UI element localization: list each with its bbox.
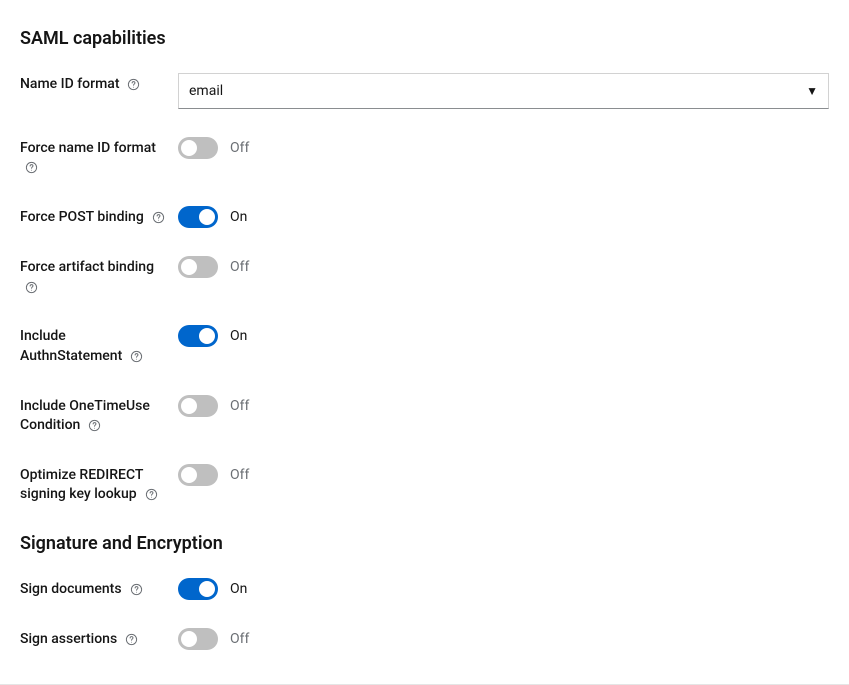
- row-name-id-format: Name ID format email ▼: [20, 73, 829, 109]
- name-id-format-select[interactable]: email ▼: [178, 73, 829, 109]
- row-force-artifact: Force artifact binding Off: [20, 256, 829, 297]
- label-sign-documents: Sign documents: [20, 578, 178, 600]
- optimize-redirect-toggle[interactable]: [178, 464, 218, 486]
- label-text: Force artifact binding: [20, 259, 154, 275]
- label-optimize-redirect: Optimize REDIRECT signing key lookup: [20, 464, 178, 505]
- help-icon[interactable]: [88, 418, 102, 432]
- force-artifact-toggle[interactable]: [178, 256, 218, 278]
- help-icon[interactable]: [127, 77, 141, 91]
- help-icon[interactable]: [129, 582, 143, 596]
- row-sign-assertions: Sign assertions Off: [20, 628, 829, 650]
- toggle-state: Off: [230, 259, 249, 275]
- section-title-saml: SAML capabilities: [20, 28, 829, 49]
- label-include-authn: Include AuthnStatement: [20, 325, 178, 366]
- force-name-id-toggle[interactable]: [178, 137, 218, 159]
- help-icon[interactable]: [130, 349, 144, 363]
- toggle-state: On: [230, 581, 247, 597]
- help-icon[interactable]: [125, 632, 139, 646]
- label-include-onetime: Include OneTimeUse Condition: [20, 395, 178, 436]
- label-text: Force name ID format: [20, 140, 156, 156]
- sign-documents-toggle[interactable]: [178, 578, 218, 600]
- toggle-state: On: [230, 328, 247, 344]
- label-name-id-format: Name ID format: [20, 73, 178, 95]
- label-text: Name ID format: [20, 76, 119, 92]
- toggle-state: On: [230, 209, 247, 225]
- label-force-name-id: Force name ID format: [20, 137, 178, 178]
- label-text: Sign assertions: [20, 631, 117, 647]
- select-value: email: [189, 83, 223, 99]
- toggle-state: Off: [230, 398, 249, 414]
- label-text: Include OneTimeUse Condition: [20, 398, 150, 434]
- caret-down-icon: ▼: [806, 84, 818, 98]
- label-text: Optimize REDIRECT signing key lookup: [20, 467, 143, 503]
- help-icon[interactable]: [151, 210, 165, 224]
- help-icon[interactable]: [144, 488, 158, 502]
- toggle-state: Off: [230, 140, 249, 156]
- help-icon[interactable]: [24, 161, 38, 175]
- label-force-artifact: Force artifact binding: [20, 256, 178, 297]
- label-force-post: Force POST binding: [20, 206, 178, 228]
- label-text: Sign documents: [20, 581, 122, 597]
- label-text: Include AuthnStatement: [20, 328, 122, 364]
- include-onetime-toggle[interactable]: [178, 395, 218, 417]
- toggle-state: Off: [230, 631, 249, 647]
- row-sign-documents: Sign documents On: [20, 578, 829, 600]
- include-authn-toggle[interactable]: [178, 325, 218, 347]
- toggle-state: Off: [230, 467, 249, 483]
- sign-assertions-toggle[interactable]: [178, 628, 218, 650]
- label-sign-assertions: Sign assertions: [20, 628, 178, 650]
- row-force-name-id: Force name ID format Off: [20, 137, 829, 178]
- help-icon[interactable]: [24, 280, 38, 294]
- row-include-authn: Include AuthnStatement On: [20, 325, 829, 366]
- row-force-post: Force POST binding On: [20, 206, 829, 228]
- row-optimize-redirect: Optimize REDIRECT signing key lookup Off: [20, 464, 829, 505]
- label-text: Force POST binding: [20, 209, 144, 225]
- row-include-onetime: Include OneTimeUse Condition Off: [20, 395, 829, 436]
- section-title-sig: Signature and Encryption: [20, 533, 829, 554]
- force-post-toggle[interactable]: [178, 206, 218, 228]
